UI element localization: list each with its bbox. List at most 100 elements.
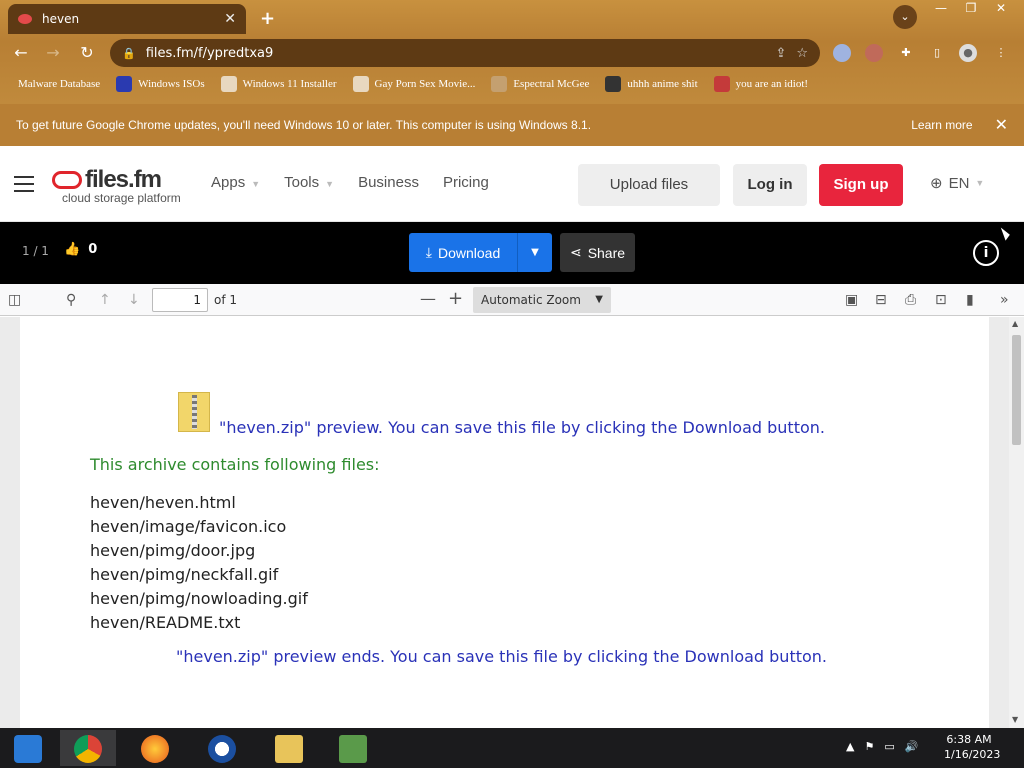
bookmark-windows-11-installer[interactable]: Windows 11 Installer: [220, 76, 337, 92]
menu-dots-icon[interactable]: ⋮: [992, 44, 1010, 62]
list-item: heven/README.txt: [90, 613, 241, 632]
system-tray: ▲ ⚑ ▭ 🔊: [846, 740, 918, 753]
logo-tagline: cloud storage platform: [62, 191, 181, 205]
back-button[interactable]: ←: [10, 42, 32, 64]
scroll-down-icon[interactable]: ▼: [1012, 715, 1018, 724]
list-item: heven/pimg/nowloading.gif: [90, 589, 308, 608]
zoom-select[interactable]: Automatic Zoom ▼: [473, 287, 611, 313]
list-item: heven/pimg/door.jpg: [90, 541, 256, 560]
toolbar: ← → ↻ 🔒 files.fm/f/ypredtxa9 ⇪ ☆ ✚ ▯ ● ⋮: [0, 36, 1024, 70]
campaign-logo-icon: [208, 734, 236, 763]
extension-avatar-icon[interactable]: [865, 44, 883, 62]
language-selector[interactable]: ⊕ EN ▼: [930, 174, 984, 193]
address-bar[interactable]: 🔒 files.fm/f/ypredtxa9 ⇪ ☆: [110, 39, 820, 67]
tab-strip: heven ✕ + ⌄ — ❐ ✕: [0, 0, 1024, 34]
infobar-message: To get future Google Chrome updates, you…: [16, 118, 592, 132]
taskbar-clock[interactable]: 6:38 AM 1/16/2023: [944, 732, 1000, 762]
search-icon[interactable]: ⚲: [66, 292, 76, 308]
browser-tab[interactable]: heven ✕: [8, 4, 246, 34]
download-button[interactable]: ⤓ Download: [409, 233, 518, 272]
bookmark-you-are-an-idiot[interactable]: you are an idiot!: [713, 76, 808, 92]
bookmark-espectral-mcgee[interactable]: Espectral McGee: [491, 76, 589, 92]
bookmark-icon[interactable]: ▮: [966, 292, 974, 308]
lock-icon[interactable]: 🔒: [122, 47, 136, 60]
reload-button[interactable]: ↻: [76, 42, 98, 64]
zoom-out-icon[interactable]: —: [420, 289, 436, 308]
file-action-bar: 1 / 1 👍 0 ⤓ Download ▼ ⋖ Share i: [0, 222, 1024, 284]
url-text[interactable]: files.fm/f/ypredtxa9: [146, 46, 766, 61]
nav-pricing[interactable]: Pricing: [443, 174, 489, 191]
bookmark-gay-porn-sex-movie[interactable]: Gay Porn Sex Movie...: [352, 76, 475, 92]
pdf-viewer[interactable]: "heven.zip" preview. You can save this f…: [0, 317, 1024, 728]
infobar-close-icon[interactable]: ✕: [995, 115, 1008, 135]
tab-title: heven: [42, 12, 80, 26]
taskbar-file-explorer[interactable]: [261, 730, 317, 766]
profile-icon[interactable]: ●: [959, 44, 977, 62]
volume-icon[interactable]: 🔊: [905, 740, 919, 753]
network-icon: [339, 734, 367, 763]
print-icon[interactable]: ⎙: [905, 292, 916, 308]
new-tab-button[interactable]: +: [260, 8, 275, 29]
presentation-mode-icon[interactable]: ▣: [845, 292, 858, 308]
taskbar-chrome[interactable]: [60, 730, 116, 766]
bookmark-globe-icon: [352, 76, 369, 92]
show-hidden-icons-icon[interactable]: ▲: [846, 740, 854, 753]
sidebar-toggle-icon[interactable]: ◫: [8, 292, 21, 308]
nav-tools[interactable]: Tools ▼: [284, 174, 334, 191]
previous-page-icon[interactable]: ↑: [99, 292, 111, 308]
taskbar-campaign-app[interactable]: [194, 730, 250, 766]
filesfm-logo[interactable]: files.fm cloud storage platform: [52, 166, 181, 205]
taskbar-network-app[interactable]: [325, 730, 381, 766]
log-in-button[interactable]: Log in: [733, 164, 807, 206]
thumbs-up-icon: 👍: [64, 242, 81, 257]
tools-chevron-icon[interactable]: »: [1000, 292, 1009, 308]
side-panel-icon[interactable]: ▯: [928, 44, 946, 62]
list-item: heven/heven.html: [90, 493, 236, 512]
next-page-icon[interactable]: ↓: [128, 292, 140, 308]
scrollbar-thumb[interactable]: [1012, 335, 1021, 445]
download-options-button[interactable]: ▼: [518, 233, 552, 272]
archive-file-list: heven/heven.html heven/image/favicon.ico…: [90, 491, 308, 635]
share-page-icon[interactable]: ⇪: [775, 46, 786, 61]
open-file-icon[interactable]: ⊟: [875, 292, 887, 308]
bookmark-star-icon[interactable]: ☆: [796, 46, 808, 61]
learn-more-link[interactable]: Learn more: [911, 118, 972, 132]
pdf-toolbar: ◫ ⚲ ↑ ↓ 1 of 1 — + Automatic Zoom ▼ ▣ ⊟ ⎙…: [0, 284, 1024, 316]
bookmark-malware-database[interactable]: Malware Database: [18, 78, 100, 90]
bookmark-windows-isos[interactable]: Windows ISOs: [116, 76, 205, 92]
bookmark-uhhh-anime-shit[interactable]: uhhh anime shit: [605, 76, 698, 92]
hamburger-menu-icon[interactable]: [14, 176, 34, 192]
forward-button[interactable]: →: [42, 42, 64, 64]
extensions-puzzle-icon[interactable]: ✚: [897, 44, 915, 62]
page-number-input[interactable]: 1: [152, 288, 208, 312]
bookmark-flag-icon: [713, 76, 730, 92]
flag-icon[interactable]: ⚑: [864, 740, 874, 753]
zoom-in-icon[interactable]: +: [448, 288, 463, 309]
language-label: EN: [948, 174, 970, 192]
restore-button[interactable]: ❐: [956, 0, 986, 18]
save-icon[interactable]: ⊡: [935, 292, 947, 308]
window-close-button[interactable]: ✕: [986, 0, 1016, 18]
start-button[interactable]: [0, 730, 56, 766]
taskbar-firefox[interactable]: [127, 730, 183, 766]
upload-files-button[interactable]: Upload files: [578, 164, 720, 206]
minimize-button[interactable]: —: [926, 0, 956, 18]
network-status-icon[interactable]: ▭: [884, 740, 894, 753]
info-icon[interactable]: i: [973, 240, 999, 266]
nav-business[interactable]: Business: [358, 174, 419, 191]
extension-icon[interactable]: [833, 44, 851, 62]
vertical-scrollbar[interactable]: ▲ ▼: [1009, 317, 1024, 728]
tab-search-button[interactable]: ⌄: [893, 5, 917, 29]
bookmark-x-icon: [116, 76, 133, 92]
tab-close-icon[interactable]: ✕: [224, 11, 236, 27]
share-button[interactable]: ⋖ Share: [560, 233, 635, 272]
file-pager: 1 / 1: [22, 244, 49, 258]
sign-up-button[interactable]: Sign up: [819, 164, 903, 206]
scroll-up-icon[interactable]: ▲: [1012, 319, 1018, 328]
folder-icon: [275, 734, 303, 763]
nav-apps[interactable]: Apps ▼: [211, 174, 260, 191]
pdf-page: "heven.zip" preview. You can save this f…: [20, 317, 989, 728]
like-button[interactable]: 👍 0: [64, 242, 97, 257]
preview-end-text: "heven.zip" preview ends. You can save t…: [176, 647, 828, 666]
chrome-icon: [74, 734, 102, 763]
